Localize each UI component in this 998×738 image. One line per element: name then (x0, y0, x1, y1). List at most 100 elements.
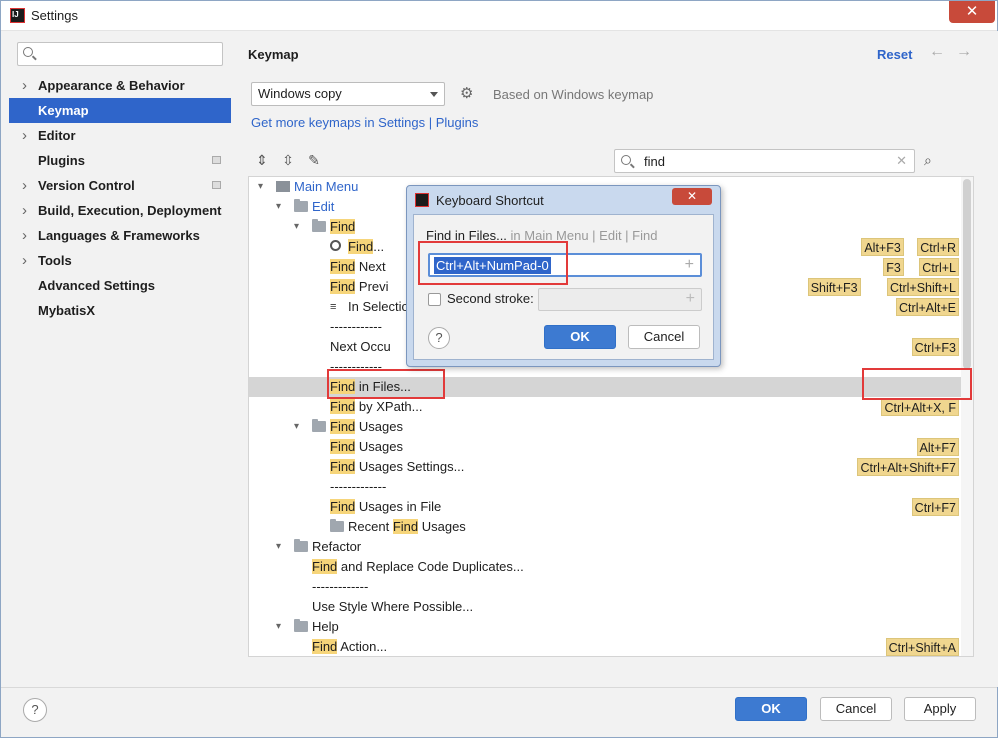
tree-row-label: Find Usages (330, 437, 403, 457)
sidebar-item-editor[interactable]: › Editor (9, 123, 231, 148)
search-icon (23, 47, 33, 57)
sidebar-item-build-execution-deployment[interactable]: › Build, Execution, Deployment (9, 198, 231, 223)
find-actions-input[interactable]: find ✕ (614, 149, 915, 173)
tree-row[interactable]: ------------- (249, 577, 961, 597)
tree-row-label: Help (312, 617, 339, 637)
add-stroke-icon[interactable]: + (686, 290, 695, 308)
tree-row[interactable]: ▾ Help (249, 617, 961, 637)
add-stroke-icon[interactable]: + (685, 256, 694, 274)
search-match-text: Find (330, 499, 356, 514)
search-icon (330, 240, 341, 251)
find-by-shortcut-icon[interactable]: ⌕ (924, 152, 942, 170)
sidebar-item-mybatisx[interactable]: MybatisX (9, 298, 231, 323)
tree-row[interactable]: Find Usages in File Ctrl+F7 (249, 497, 961, 517)
window-close-button[interactable]: ✕ (949, 1, 995, 23)
sidebar-item-label: Languages & Frameworks (38, 228, 200, 243)
sidebar-item-version-control[interactable]: › Version Control (9, 173, 231, 198)
shortcut-badge: Alt+F7 (916, 438, 959, 456)
tree-row-text: Main Menu (294, 179, 359, 194)
chevron-right-icon[interactable]: › (22, 123, 27, 148)
second-stroke-checkbox[interactable] (428, 293, 441, 306)
gear-icon[interactable]: ⚙ (460, 86, 475, 101)
edit-shortcut-icon[interactable]: ✎ (305, 151, 323, 169)
tree-row-label: Find and Replace Code Duplicates... (312, 557, 524, 577)
sidebar-item-appearance-behavior[interactable]: › Appearance & Behavior (9, 73, 231, 98)
tree-row[interactable]: ------------- (249, 477, 961, 497)
chevron-down-icon (430, 92, 438, 97)
cancel-button[interactable]: Cancel (820, 697, 892, 721)
tree-row[interactable]: Find by XPath... Ctrl+Alt+X, F (249, 397, 961, 417)
tree-expand-icon[interactable]: ▾ (294, 417, 299, 437)
dialog-ok-button[interactable]: OK (544, 325, 616, 349)
selection-icon: ≡ (330, 301, 337, 313)
folder-icon (294, 539, 308, 552)
chevron-right-icon[interactable]: › (22, 73, 27, 98)
collapse-all-icon[interactable]: ⇳ (279, 151, 297, 169)
back-arrow-icon[interactable]: ← (929, 43, 945, 61)
tree-row-label: Find (330, 217, 356, 237)
tree-row-text: and Replace Code Duplicates... (337, 559, 524, 574)
settings-search-input[interactable] (17, 42, 223, 66)
shortcut-badge: Alt+F3 (861, 238, 904, 256)
chevron-right-icon[interactable]: › (22, 223, 27, 248)
sidebar-item-languages-frameworks[interactable]: › Languages & Frameworks (9, 223, 231, 248)
tree-row-text: Usages in File (355, 499, 442, 514)
shortcut-badge: Ctrl+Alt+X, F (881, 398, 959, 416)
tree-row[interactable]: ▾ Refactor (249, 537, 961, 557)
tree-expand-icon[interactable]: ▾ (276, 617, 281, 637)
search-match-text: Find (312, 559, 338, 574)
tree-row[interactable]: ▾ Find Usages (249, 417, 961, 437)
tree-expand-icon[interactable]: ▾ (276, 537, 281, 557)
tree-row-text: Refactor (312, 539, 362, 554)
second-stroke-input[interactable]: + (538, 288, 702, 311)
tree-row[interactable]: Find and Replace Code Duplicates... (249, 557, 961, 577)
reset-link[interactable]: Reset (877, 47, 912, 62)
project-level-icon (212, 156, 221, 164)
tree-row[interactable]: Use Style Where Possible... (249, 597, 961, 617)
tree-scrollbar-thumb[interactable] (963, 179, 971, 369)
tree-row-label: Find Next (330, 257, 386, 277)
search-match-text: Find (330, 399, 356, 414)
chevron-right-icon[interactable]: › (22, 173, 27, 198)
tree-row-text: Recent (348, 519, 393, 534)
tree-row-label: Find Usages Settings... (330, 457, 464, 477)
tree-expand-icon[interactable]: ▾ (294, 217, 299, 237)
tree-row[interactable]: Find Usages Settings... Ctrl+Alt+Shift+F7 (249, 457, 961, 477)
tree-row[interactable]: Recent Find Usages (249, 517, 961, 537)
dialog-cancel-button[interactable]: Cancel (628, 325, 700, 349)
tree-scrollbar[interactable] (961, 177, 973, 656)
help-button[interactable]: ? (23, 698, 47, 722)
shortcut-badge: Ctrl+L (919, 258, 959, 276)
tree-row-text: Help (312, 619, 339, 634)
sidebar-item-plugins[interactable]: Plugins (9, 148, 231, 173)
second-stroke-label: Second stroke: (447, 291, 534, 306)
tree-row[interactable]: Find Usages Alt+F7 (249, 437, 961, 457)
forward-arrow-icon[interactable]: → (956, 43, 972, 61)
tree-expand-icon[interactable]: ▾ (258, 177, 263, 197)
sidebar-item-label: Tools (38, 253, 72, 268)
keymap-select[interactable]: Windows copy (251, 82, 445, 106)
search-match-text: Find (330, 459, 356, 474)
search-icon (621, 155, 631, 165)
chevron-right-icon[interactable]: › (22, 198, 27, 223)
dialog-help-button[interactable]: ? (428, 327, 450, 349)
dialog-close-button[interactable]: ✕ (672, 188, 712, 205)
tree-expand-icon[interactable]: ▾ (276, 197, 281, 217)
chevron-right-icon[interactable]: › (22, 248, 27, 273)
ok-button[interactable]: OK (735, 697, 807, 721)
sidebar-item-label: Build, Execution, Deployment (38, 203, 222, 218)
sidebar-item-keymap[interactable]: Keymap (9, 98, 231, 123)
footer-bar: ? OK Cancel Apply (1, 687, 997, 737)
tree-row-text: ------------- (330, 479, 387, 494)
tree-row-text: by XPath... (355, 399, 423, 414)
tree-row-text: In Selectio (348, 299, 409, 314)
expand-all-icon[interactable]: ⇕ (253, 151, 271, 169)
tree-row[interactable]: Find Action... Ctrl+Shift+A (249, 637, 961, 656)
tree-row-text: Usages (418, 519, 466, 534)
search-match-text: Find (312, 639, 338, 654)
clear-search-icon[interactable]: ✕ (896, 153, 907, 169)
apply-button[interactable]: Apply (904, 697, 976, 721)
sidebar-item-advanced-settings[interactable]: Advanced Settings (9, 273, 231, 298)
get-more-keymaps-link[interactable]: Get more keymaps in Settings | Plugins (251, 115, 478, 130)
sidebar-item-tools[interactable]: › Tools (9, 248, 231, 273)
